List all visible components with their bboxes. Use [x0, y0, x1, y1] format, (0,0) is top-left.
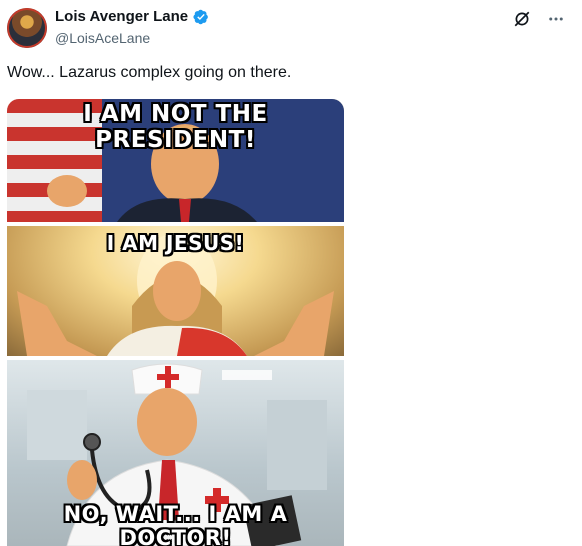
tweet-media-image[interactable]: I AM NOT THE PRESIDENT! I AM JESUS! NO, …	[7, 99, 344, 546]
meme-panel-doctor: NO, WAIT... I AM A DOCTOR!	[7, 360, 344, 546]
avatar[interactable]	[7, 8, 47, 48]
display-name[interactable]: Lois Avenger Lane	[55, 8, 188, 25]
author-name-row: Lois Avenger Lane	[55, 8, 209, 25]
verified-badge-icon	[193, 9, 208, 24]
caption-3: NO, WAIT... I AM A DOCTOR!	[63, 502, 288, 546]
meme-panel-president: I AM NOT THE PRESIDENT!	[7, 99, 344, 222]
more-horizontal-icon[interactable]	[546, 9, 566, 29]
author-handle[interactable]: @LoisAceLane	[55, 30, 150, 46]
grok-icon[interactable]	[512, 9, 532, 29]
meme-panel-jesus: I AM JESUS!	[7, 226, 344, 356]
tweet-actions	[512, 9, 566, 29]
caption-2: I AM JESUS!	[106, 231, 245, 255]
tweet-text: Wow... Lazarus complex going on there.	[7, 64, 292, 81]
caption-1: I AM NOT THE PRESIDENT!	[83, 101, 268, 153]
